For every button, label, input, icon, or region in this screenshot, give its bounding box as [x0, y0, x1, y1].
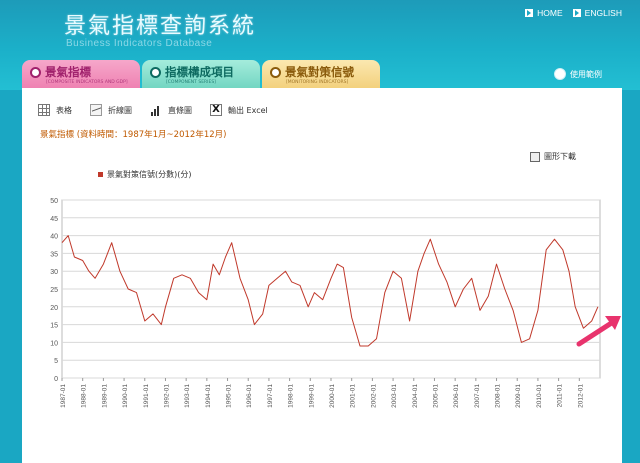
nav-english-link[interactable]: ENGLISH	[572, 8, 622, 18]
export-excel-label: 輸出 Excel	[228, 105, 268, 115]
y-tick-label: 10	[50, 340, 58, 347]
x-tick-label: 2000-01	[329, 384, 336, 408]
x-tick-label: 1993-01	[184, 384, 191, 408]
x-tick-label: 1988-01	[81, 384, 88, 408]
line-chart: 景氣對策信號(分數)(分) 0 5 10 15 20 25 30 35 40 45 50 1987-01…	[32, 164, 612, 459]
line-chart-label: 折線圖	[108, 105, 132, 115]
y-tick-label: 50	[50, 198, 58, 205]
pointer-arrow-icon	[576, 316, 621, 347]
circle-icon	[150, 66, 161, 78]
help-link[interactable]: 使用範例	[554, 68, 602, 80]
x-tick-label: 1998-01	[288, 384, 295, 408]
x-tick-label: 1996-01	[246, 384, 253, 408]
nav-english-label: ENGLISH	[584, 8, 622, 18]
x-tick-label: 2002-01	[370, 384, 377, 408]
legend-label: 景氣對策信號(分數)(分)	[107, 169, 191, 179]
x-tick-label: 1994-01	[205, 384, 212, 408]
top-nav: HOME ENGLISH	[525, 8, 622, 18]
x-tick-label: 2001-01	[350, 384, 357, 408]
bar-chart-button[interactable]: 直條圖	[150, 104, 192, 116]
x-tick-label: 2008-01	[495, 384, 502, 408]
x-tick-label: 1991-01	[143, 384, 150, 408]
line-chart-button[interactable]: 折線圖	[90, 104, 132, 116]
y-tick-label: 25	[50, 287, 58, 294]
x-tick-label: 2005-01	[432, 384, 439, 408]
x-tick-label: 1987-01	[60, 384, 67, 408]
x-tick-label: 2007-01	[474, 384, 481, 408]
x-tick-label: 2009-01	[515, 384, 522, 408]
y-tick-label: 5	[54, 358, 58, 365]
circle-icon	[270, 66, 281, 78]
tab-monitoring-indicators[interactable]: 景氣對策信號 [MONITORING INDICATORS]	[262, 60, 380, 90]
y-tick-label: 0	[54, 376, 58, 383]
nav-home-link[interactable]: HOME	[525, 8, 563, 18]
x-tick-label: 1990-01	[122, 384, 129, 408]
content-panel: 表格 折線圖 直條圖 X 輸出 Excel 景氣指標 (資料時間：1987年1月~…	[22, 88, 622, 463]
chart-svg: 景氣對策信號(分數)(分) 0 5 10 15 20 25 30 35 40 45 50 1987-01…	[50, 169, 601, 408]
x-tick-label: 1989-01	[101, 384, 108, 408]
arrow-icon	[572, 9, 581, 17]
x-tick-label: 1999-01	[308, 384, 315, 408]
x-tick-label: 1992-01	[163, 384, 170, 408]
x-tick-label: 2012-01	[577, 384, 584, 408]
chart-download-button[interactable]: 圖形下載	[530, 151, 576, 162]
view-toolbar: 表格 折線圖 直條圖 X 輸出 Excel	[38, 104, 268, 116]
table-view-label: 表格	[56, 105, 72, 115]
tab-sublabel: [COMPONENT SERIES]	[166, 80, 216, 85]
y-tick-label: 20	[50, 305, 58, 312]
excel-icon: X	[210, 104, 222, 116]
tab-component-series[interactable]: 指標構成項目 [COMPONENT SERIES]	[142, 60, 260, 90]
legend-swatch	[98, 172, 103, 177]
x-tick-label: 2011-01	[557, 384, 564, 408]
table-icon	[38, 104, 50, 116]
tab-sublabel: [COMPOSITE INDICATORS AND GDP]	[46, 80, 128, 85]
help-label: 使用範例	[570, 69, 602, 79]
x-tick-label: 1995-01	[226, 384, 233, 408]
bar-chart-icon	[150, 104, 162, 116]
tab-sublabel: [MONITORING INDICATORS]	[286, 80, 349, 85]
x-tick-label: 2006-01	[453, 384, 460, 408]
tab-label: 景氣對策信號	[285, 65, 354, 79]
y-tick-label: 35	[50, 251, 58, 258]
series-line	[61, 235, 599, 347]
table-view-button[interactable]: 表格	[38, 104, 72, 116]
x-tick-label: 1997-01	[267, 384, 274, 408]
x-tick-label: 2003-01	[391, 384, 398, 408]
x-tick-label: 2010-01	[536, 384, 543, 408]
tab-composite-indicators[interactable]: 景氣指標 [COMPOSITE INDICATORS AND GDP]	[22, 60, 140, 90]
help-icon	[554, 68, 566, 80]
tab-label: 指標構成項目	[165, 65, 234, 79]
y-tick-label: 30	[50, 269, 58, 276]
data-period-text: 景氣指標 (資料時間：1987年1月~2012年12月)	[40, 130, 227, 140]
y-tick-label: 40	[50, 234, 58, 241]
y-tick-label: 15	[50, 323, 58, 330]
bar-chart-label: 直條圖	[168, 105, 192, 115]
nav-home-label: HOME	[537, 8, 563, 18]
app-title: 景氣指標查詢系統	[64, 14, 257, 39]
tab-label: 景氣指標	[45, 65, 91, 79]
y-tick-label: 45	[50, 216, 58, 223]
arrow-icon	[525, 9, 534, 17]
tab-bar: 景氣指標 [COMPOSITE INDICATORS AND GDP] 指標構成…	[22, 60, 380, 90]
x-tick-label: 2004-01	[412, 384, 419, 408]
app-subtitle: Business Indicators Database	[66, 38, 213, 49]
line-chart-icon	[90, 104, 102, 116]
download-icon	[530, 151, 540, 162]
export-excel-button[interactable]: X 輸出 Excel	[210, 104, 268, 116]
circle-icon	[30, 66, 41, 78]
chart-download-label: 圖形下載	[544, 152, 576, 161]
